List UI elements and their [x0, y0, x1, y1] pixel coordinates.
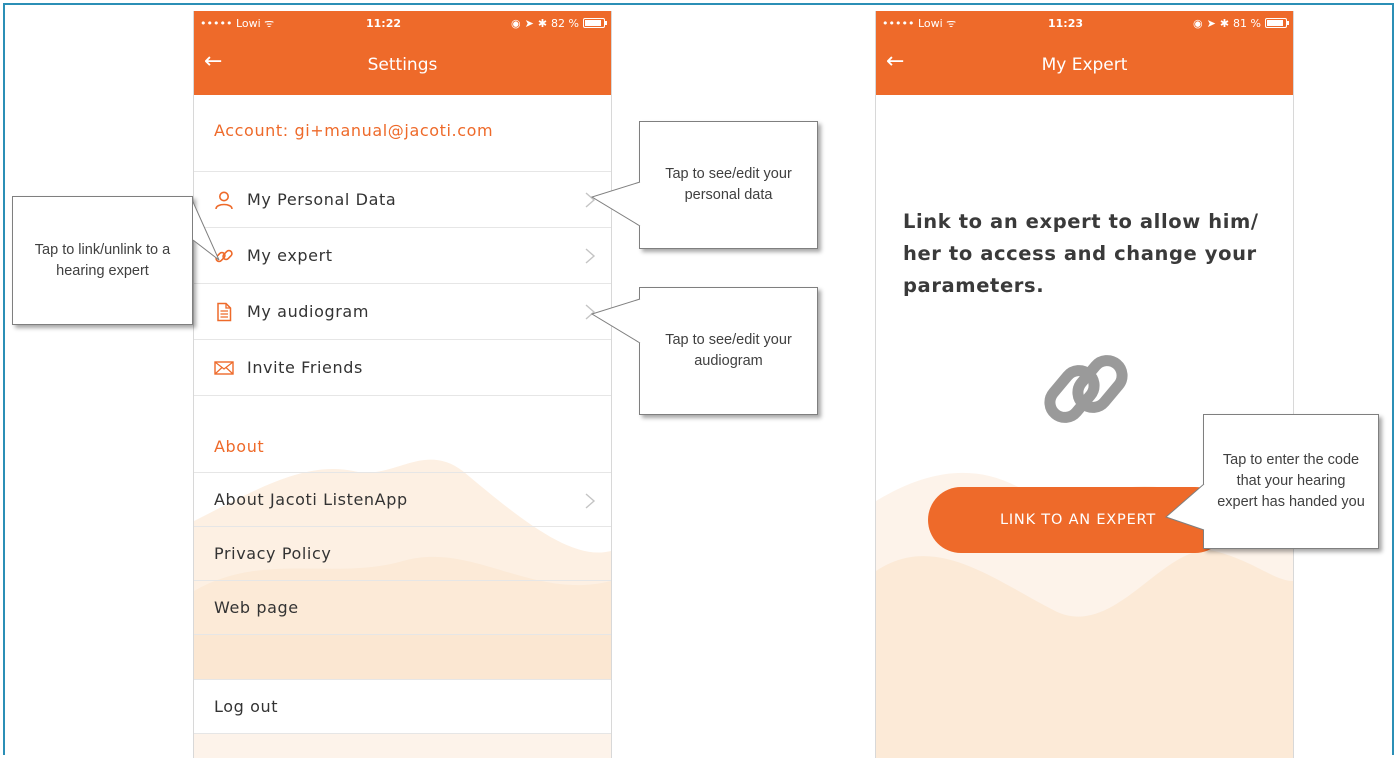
menu-item-label: My audiogram	[247, 302, 370, 321]
menu-item-personal-data[interactable]: My Personal Data	[194, 171, 611, 227]
status-right: ◉ ➤ ✱ 82 %	[455, 16, 607, 30]
callout-tail	[590, 181, 641, 227]
callout-text: Tap to see/edit your personal data	[665, 166, 792, 203]
carrier-signal: ••••• Lowi ᯤ	[882, 16, 1032, 31]
battery-percent: 82 %	[551, 16, 579, 30]
wifi-icon: ᯤ	[264, 16, 275, 30]
bluetooth-icon: ✱	[537, 16, 548, 30]
location-icon: ➤	[524, 16, 534, 30]
account-label: Account: gi+manual@jacoti.com	[214, 121, 494, 140]
callout-tail	[590, 298, 641, 344]
callout-text: Tap to enter the code that your hearing …	[1217, 452, 1365, 510]
menu-item-label: Web page	[214, 598, 299, 617]
menu-item-label: My Personal Data	[247, 190, 397, 209]
spacer-band	[194, 634, 611, 679]
callout-enter-code: Tap to enter the code that your hearing …	[1203, 414, 1379, 549]
status-time: 11:23	[1047, 16, 1083, 30]
page-title: My Expert	[1041, 55, 1128, 75]
page-title: Settings	[367, 55, 438, 75]
menu-item-my-expert[interactable]: My expert	[194, 227, 611, 283]
chevron-right-icon	[585, 493, 596, 509]
lock-rotation-icon: ◉	[1193, 16, 1203, 30]
wifi-icon: ᯤ	[946, 16, 957, 30]
back-arrow-icon[interactable]: ←	[886, 49, 904, 74]
carrier-signal: ••••• Lowi ᯤ	[200, 16, 350, 31]
callout-text: Tap to see/edit your audiogram	[665, 332, 792, 369]
callout-tail	[192, 201, 220, 261]
logout-label: Log out	[214, 697, 279, 716]
callout-expert: Tap to link/unlink to a hearing expert	[12, 196, 193, 325]
battery-percent: 81 %	[1233, 16, 1261, 30]
envelope-icon	[214, 360, 234, 375]
logout-button[interactable]: Log out	[194, 679, 611, 733]
callout-text: Tap to link/unlink to a hearing expert	[34, 241, 171, 279]
status-right: ◉ ➤ ✱ 81 %	[1137, 16, 1289, 30]
nav-bar: ← Settings	[194, 35, 611, 95]
callout-tail	[1165, 483, 1205, 531]
battery-icon	[1265, 18, 1289, 28]
chevron-right-icon	[585, 248, 596, 264]
document-icon	[217, 302, 232, 321]
location-icon: ➤	[1206, 16, 1216, 30]
menu-item-label: My expert	[247, 246, 333, 265]
menu-item-invite-friends[interactable]: Invite Friends	[194, 339, 611, 395]
back-arrow-icon[interactable]: ←	[204, 49, 222, 74]
bottom-band	[194, 733, 611, 758]
callout-audiogram: Tap to see/edit your audiogram	[639, 287, 818, 415]
menu-item-label: Invite Friends	[247, 358, 363, 377]
link-to-expert-label: LINK TO AN EXPERT	[999, 512, 1157, 528]
about-section-title: About	[214, 437, 265, 456]
carrier-label: ••••• Lowi	[200, 16, 261, 30]
chain-link-icon	[1044, 355, 1128, 423]
menu-item-label: About Jacoti ListenApp	[214, 490, 408, 509]
link-expert-message: Link to an expert to allow him/ her to a…	[903, 210, 1259, 297]
divider	[194, 395, 611, 396]
lock-rotation-icon: ◉	[511, 16, 521, 30]
menu-item-about-jacoti[interactable]: About Jacoti ListenApp	[194, 472, 611, 526]
nav-bar: ← My Expert	[876, 35, 1293, 95]
status-time: 11:22	[365, 16, 401, 30]
menu-item-privacy-policy[interactable]: Privacy Policy	[194, 526, 611, 580]
carrier-label: ••••• Lowi	[882, 16, 943, 30]
menu-item-web-page[interactable]: Web page	[194, 580, 611, 634]
status-bar: ••••• Lowi ᯤ 11:22 ◉ ➤ ✱ 82 %	[194, 11, 611, 35]
my-expert-screen: ••••• Lowi ᯤ 11:23 ◉ ➤ ✱ 81 % ← My Exper…	[875, 11, 1294, 758]
battery-icon	[583, 18, 607, 28]
status-bar: ••••• Lowi ᯤ 11:23 ◉ ➤ ✱ 81 %	[876, 11, 1293, 35]
bluetooth-icon: ✱	[1219, 16, 1230, 30]
menu-item-label: Privacy Policy	[214, 544, 332, 563]
callout-personal-data: Tap to see/edit your personal data	[639, 121, 818, 249]
settings-screen: ••••• Lowi ᯤ 11:22 ◉ ➤ ✱ 82 % ← Settings…	[193, 11, 612, 758]
menu-item-my-audiogram[interactable]: My audiogram	[194, 283, 611, 339]
